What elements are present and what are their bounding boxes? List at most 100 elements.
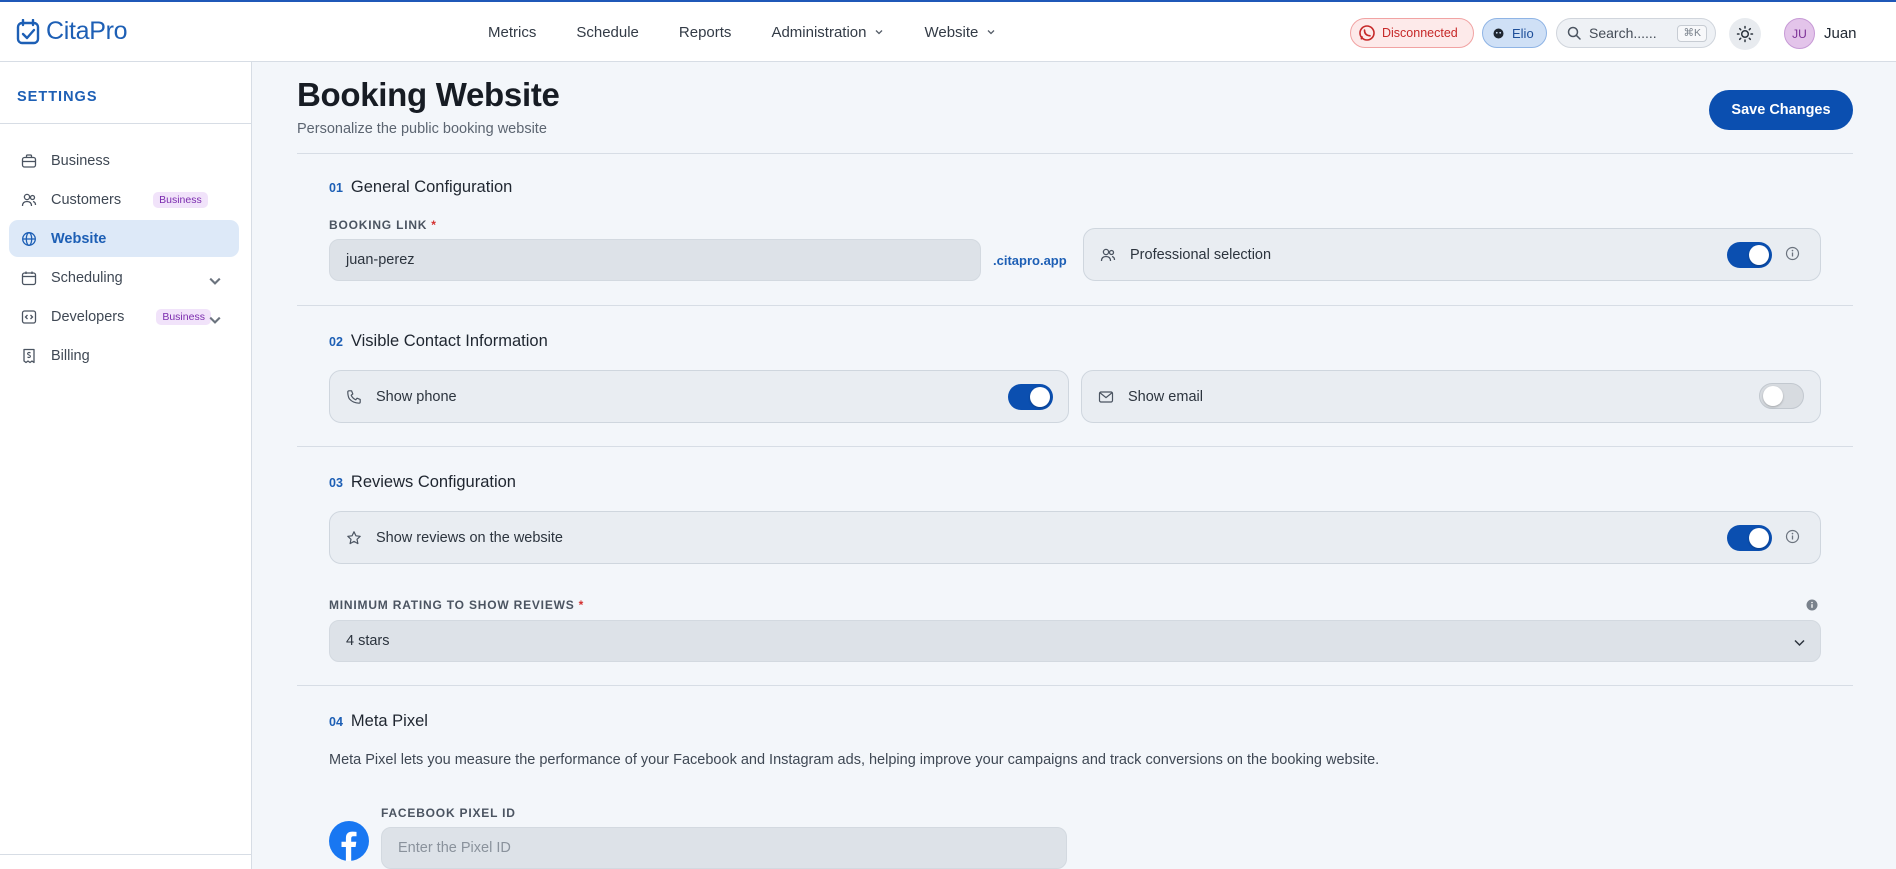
min-rating-select[interactable]: 4 stars <box>329 620 1821 662</box>
pixel-id-placeholder: Enter the Pixel ID <box>398 840 511 856</box>
nav-item-reports[interactable]: Reports <box>679 24 732 41</box>
nav-item-schedule[interactable]: Schedule <box>576 24 639 41</box>
section-number: 03 <box>329 476 343 490</box>
show-email-card: Show email <box>1081 370 1821 423</box>
professional-selection-card: Professional selection <box>1083 228 1821 281</box>
avatar: JU <box>1784 18 1815 49</box>
search-input[interactable]: Search...... ⌘K <box>1556 18 1716 48</box>
whatsapp-status-badge[interactable]: Disconnected <box>1350 18 1474 48</box>
sidebar-divider <box>0 123 252 124</box>
info-icon[interactable] <box>1785 529 1800 544</box>
sidebar-item-label: Developers <box>51 308 125 325</box>
pixel-id-input[interactable]: Enter the Pixel ID <box>381 827 1067 869</box>
min-rating-value: 4 stars <box>346 633 390 649</box>
sidebar-item-scheduling[interactable]: Scheduling <box>9 259 239 296</box>
sidebar-item-billing[interactable]: Billing <box>9 337 239 374</box>
pixel-id-label: FACEBOOK PIXEL ID <box>381 806 516 820</box>
app-logo[interactable]: CitaPro <box>16 17 128 46</box>
main-nav: Metrics Schedule Reports Administration … <box>488 2 1036 62</box>
sun-icon <box>1736 25 1754 43</box>
toggle-knob <box>1763 386 1783 406</box>
section-divider <box>297 685 1853 686</box>
booking-link-label: BOOKING LINK * <box>329 218 437 232</box>
show-phone-card: Show phone <box>329 370 1069 423</box>
user-menu[interactable]: JU Juan <box>1784 18 1857 49</box>
sidebar-item-label: Billing <box>51 347 90 364</box>
booking-link-input[interactable]: juan-perez <box>329 239 981 281</box>
page-title: Booking Website <box>297 76 560 113</box>
save-changes-button[interactable]: Save Changes <box>1709 90 1853 130</box>
receipt-icon <box>23 348 35 363</box>
star-icon <box>347 530 361 544</box>
nav-item-website[interactable]: Website <box>924 24 996 41</box>
section-header-general: 01 General Configuration <box>329 178 512 197</box>
page-subtitle: Personalize the public booking website <box>297 121 547 137</box>
sidebar-item-website[interactable]: Website <box>9 220 239 257</box>
mail-icon <box>1098 390 1114 403</box>
section-header-meta: 04 Meta Pixel <box>329 712 428 731</box>
sidebar-item-label: Business <box>51 152 110 169</box>
section-title: General Configuration <box>350 178 513 196</box>
chevron-down-icon <box>1794 639 1805 647</box>
chevron-down-icon <box>209 277 221 285</box>
toggle-knob <box>1030 387 1050 407</box>
show-reviews-toggle[interactable] <box>1727 525 1772 551</box>
section-number: 04 <box>329 715 343 729</box>
sidebar-footer-divider <box>0 854 252 855</box>
code-icon <box>21 309 37 324</box>
facebook-icon <box>329 821 369 861</box>
sidebar-item-label: Website <box>51 230 107 247</box>
show-email-label: Show email <box>1128 388 1203 405</box>
info-icon[interactable] <box>1806 599 1818 611</box>
top-navigation-bar: CitaPro Metrics Schedule Reports Adminis… <box>0 0 1896 62</box>
section-divider <box>297 153 1853 154</box>
assistant-label: Elio <box>1512 25 1534 41</box>
field-label-text: MINIMUM RATING TO SHOW REVIEWS <box>329 598 575 612</box>
nav-label: Reports <box>678 23 732 41</box>
user-name: Juan <box>1824 25 1857 42</box>
info-icon[interactable] <box>1785 246 1800 261</box>
section-number: 02 <box>329 335 343 349</box>
whatsapp-status-label: Disconnected <box>1382 26 1458 40</box>
users-icon <box>1100 248 1116 261</box>
nav-item-metrics[interactable]: Metrics <box>488 24 536 41</box>
app-name: CitaPro <box>46 17 128 45</box>
section-divider <box>297 446 1853 447</box>
search-shortcut: ⌘K <box>1677 25 1707 42</box>
nav-item-administration[interactable]: Administration <box>771 24 884 41</box>
section-header-reviews: 03 Reviews Configuration <box>329 473 516 492</box>
chevron-down-icon <box>209 316 221 324</box>
professional-selection-toggle[interactable] <box>1727 242 1772 268</box>
sidebar-item-customers[interactable]: Customers Business <box>9 181 239 218</box>
show-reviews-card: Show reviews on the website <box>329 511 1821 564</box>
search-icon <box>1567 26 1581 40</box>
bot-icon <box>1493 28 1504 38</box>
section-divider <box>297 305 1853 306</box>
nav-label: Metrics <box>488 23 537 41</box>
sidebar-item-developers[interactable]: Developers Business <box>9 298 239 335</box>
calendar-icon <box>21 271 37 285</box>
sidebar-item-business[interactable]: Business <box>9 142 239 179</box>
toggle-knob <box>1749 528 1769 548</box>
nav-label: Website <box>924 23 979 41</box>
assistant-button[interactable]: Elio <box>1482 18 1547 48</box>
settings-sidebar: SETTINGS Business Customers Business Web… <box>0 62 252 869</box>
calendar-check-logo-icon <box>16 18 40 44</box>
domain-suffix: .citapro.app <box>993 253 1067 268</box>
show-phone-label: Show phone <box>376 388 457 405</box>
show-phone-toggle[interactable] <box>1008 384 1053 410</box>
chevron-down-icon <box>987 30 995 35</box>
section-title: Visible Contact Information <box>350 332 548 350</box>
professional-selection-label: Professional selection <box>1130 246 1272 263</box>
meta-pixel-description: Meta Pixel lets you measure the performa… <box>329 752 1380 768</box>
required-mark: * <box>578 598 585 612</box>
section-title: Reviews Configuration <box>350 473 516 491</box>
phone-icon <box>347 389 361 404</box>
required-mark: * <box>431 218 437 232</box>
field-label-text: BOOKING LINK <box>329 218 428 232</box>
show-email-toggle[interactable] <box>1759 383 1804 409</box>
theme-toggle-button[interactable] <box>1729 18 1761 50</box>
users-icon <box>21 193 37 206</box>
plan-badge: Business <box>156 308 211 325</box>
sidebar-item-label: Scheduling <box>51 269 123 286</box>
